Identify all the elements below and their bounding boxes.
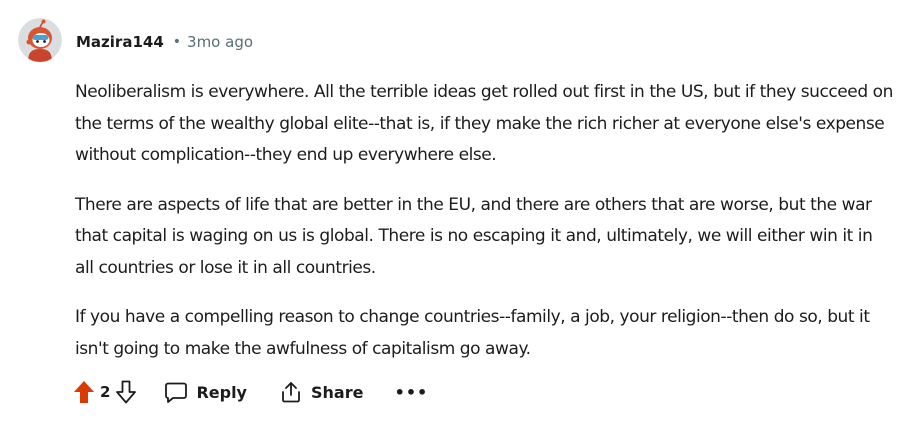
timestamp[interactable]: 3mo ago — [187, 33, 253, 51]
avatar[interactable] — [18, 18, 62, 62]
downvote-arrow-icon — [116, 380, 137, 404]
vote-controls: 2 — [68, 376, 142, 408]
more-options-button[interactable]: ••• — [393, 374, 429, 410]
comment-paragraph: If you have a compelling reason to chang… — [75, 307, 870, 359]
comment-actions: 2 Reply Share ••• — [68, 372, 429, 412]
meta-separator: • — [172, 34, 182, 50]
reply-label: Reply — [196, 382, 247, 402]
upvote-arrow-icon — [74, 381, 94, 403]
upvote-button[interactable] — [68, 376, 100, 408]
vote-score: 2 — [100, 383, 111, 401]
snoo-avatar-icon — [18, 18, 62, 62]
ellipsis-icon: ••• — [394, 382, 429, 402]
comment-paragraph: Neoliberalism is everywhere. All the ter… — [75, 82, 893, 165]
share-button[interactable]: Share — [269, 374, 373, 410]
comment-paragraph: There are aspects of life that are bette… — [75, 194, 873, 278]
username[interactable]: Mazira144 — [76, 33, 164, 51]
share-label: Share — [310, 382, 364, 402]
comment: Mazira144 • 3mo ago Neoliberalism is eve… — [0, 0, 914, 437]
reply-button[interactable]: Reply — [154, 374, 257, 410]
downvote-button[interactable] — [110, 376, 142, 408]
share-icon — [282, 382, 300, 403]
comment-meta: Mazira144 • 3mo ago — [76, 30, 253, 54]
speech-bubble-icon — [165, 382, 188, 403]
comment-body: Neoliberalism is everywhere. All the ter… — [75, 77, 895, 383]
